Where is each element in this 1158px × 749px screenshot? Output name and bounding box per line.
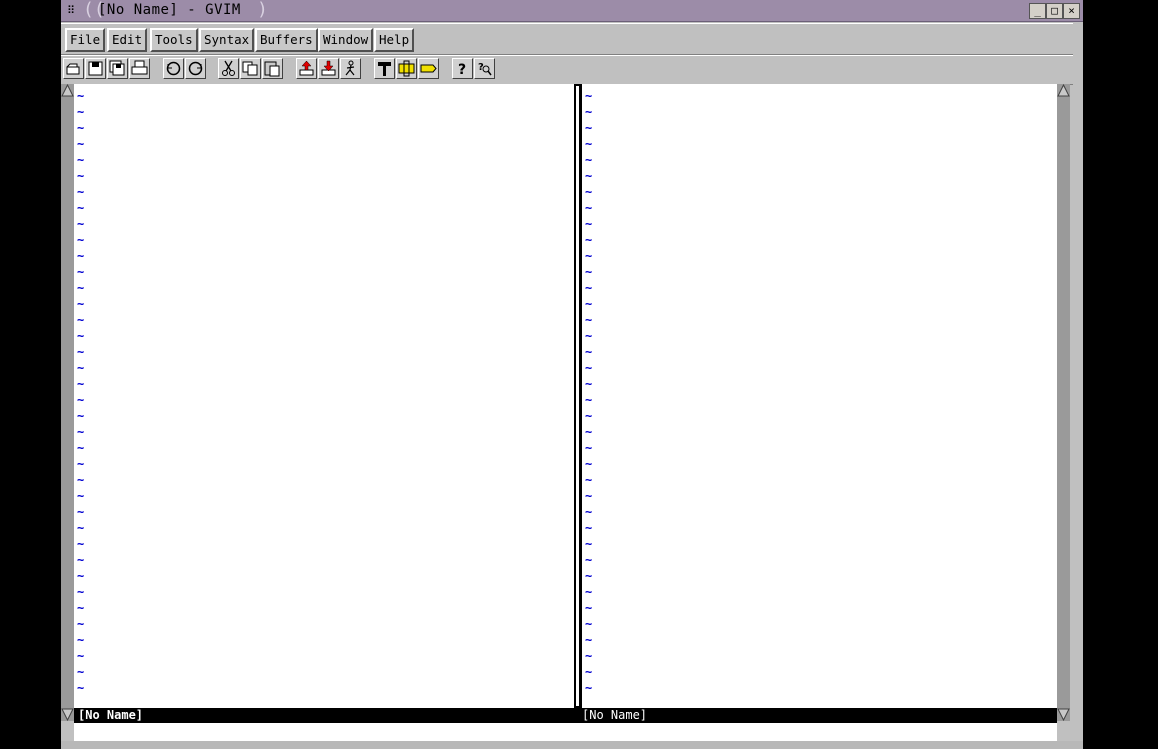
undo-icon <box>166 61 181 76</box>
maximize-button[interactable]: □ <box>1046 3 1063 19</box>
menu-help[interactable]: Help <box>374 28 415 52</box>
find-help-icon: ? <box>478 62 492 76</box>
open-icon <box>66 63 80 75</box>
load-session-icon <box>299 60 314 76</box>
gvim-window: ⠿ (( [No Name] - GVIM ) _ □ × File Edit … <box>61 0 1083 749</box>
right-editor-pane[interactable]: ~ ~ ~ ~ ~ ~ ~ ~ ~ ~ ~ ~ ~ ~ ~ ~ ~ ~ ~ ~ … <box>582 84 1057 708</box>
right-status-line: [No Name] <box>578 708 1057 723</box>
make-icon <box>378 62 391 76</box>
scroll-down-arrow-icon[interactable] <box>1057 708 1070 721</box>
copy-button[interactable] <box>240 58 261 79</box>
save-all-icon <box>109 60 125 76</box>
run-script-icon <box>345 60 355 76</box>
left-scrollbar[interactable] <box>61 84 74 721</box>
print-icon <box>131 60 148 75</box>
redo-icon <box>188 61 203 76</box>
scroll-up-arrow-icon[interactable] <box>1057 84 1070 97</box>
title-decoration-right-icon: ) <box>257 0 268 20</box>
open-button[interactable] <box>63 58 84 79</box>
save-session-icon <box>321 60 336 76</box>
split-separator-highlight <box>576 86 579 706</box>
find-help-button[interactable]: ? <box>474 58 495 79</box>
cut-button[interactable] <box>218 58 239 79</box>
run-ctags-icon <box>398 60 415 77</box>
minimize-button[interactable]: _ <box>1029 3 1046 19</box>
title-bar[interactable]: ⠿ (( [No Name] - GVIM ) _ □ × <box>61 0 1083 22</box>
right-scrollbar[interactable] <box>1057 84 1070 721</box>
scroll-down-arrow-icon[interactable] <box>61 708 74 721</box>
empty-line-markers: ~ ~ ~ ~ ~ ~ ~ ~ ~ ~ ~ ~ ~ ~ ~ ~ ~ ~ ~ ~ … <box>585 89 593 695</box>
load-session-button[interactable] <box>296 58 317 79</box>
save-session-button[interactable] <box>318 58 339 79</box>
make-button[interactable] <box>374 58 395 79</box>
empty-line-markers: ~ ~ ~ ~ ~ ~ ~ ~ ~ ~ ~ ~ ~ ~ ~ ~ ~ ~ ~ ~ … <box>77 89 85 695</box>
run-script-button[interactable] <box>340 58 361 79</box>
menu-syntax[interactable]: Syntax <box>199 28 255 52</box>
save-icon <box>88 61 103 76</box>
left-status-line: [No Name] <box>74 708 582 723</box>
menu-window[interactable]: Window <box>318 28 374 52</box>
scroll-up-arrow-icon[interactable] <box>61 84 74 97</box>
redo-button[interactable] <box>185 58 206 79</box>
tag-jump-icon <box>420 64 437 73</box>
left-editor-pane[interactable]: ~ ~ ~ ~ ~ ~ ~ ~ ~ ~ ~ ~ ~ ~ ~ ~ ~ ~ ~ ~ … <box>74 84 574 708</box>
paste-icon <box>264 61 280 77</box>
menu-edit[interactable]: Edit <box>107 28 148 52</box>
cut-icon <box>222 60 235 76</box>
undo-button[interactable] <box>163 58 184 79</box>
menu-file[interactable]: File <box>65 28 106 52</box>
save-all-button[interactable] <box>107 58 128 79</box>
save-button[interactable] <box>85 58 106 79</box>
paste-button[interactable] <box>262 58 283 79</box>
command-line[interactable] <box>74 723 1057 741</box>
menu-bar: File Edit Tools Syntax Buffers Window He… <box>61 23 1073 55</box>
copy-icon <box>242 61 258 76</box>
help-button[interactable]: ? <box>452 58 473 79</box>
close-button[interactable]: × <box>1063 3 1080 19</box>
window-menu-icon[interactable]: ⠿ <box>67 4 75 17</box>
menu-tools[interactable]: Tools <box>150 28 198 52</box>
bottom-edge <box>61 741 1083 749</box>
run-ctags-button[interactable] <box>396 58 417 79</box>
help-icon: ? <box>458 62 466 78</box>
menu-buffers[interactable]: Buffers <box>255 28 318 52</box>
toolbar: ? ? <box>61 55 1073 85</box>
svg-text:?: ? <box>458 62 466 78</box>
tag-jump-button[interactable] <box>418 58 439 79</box>
print-button[interactable] <box>129 58 150 79</box>
window-title: [No Name] - GVIM <box>98 2 241 18</box>
